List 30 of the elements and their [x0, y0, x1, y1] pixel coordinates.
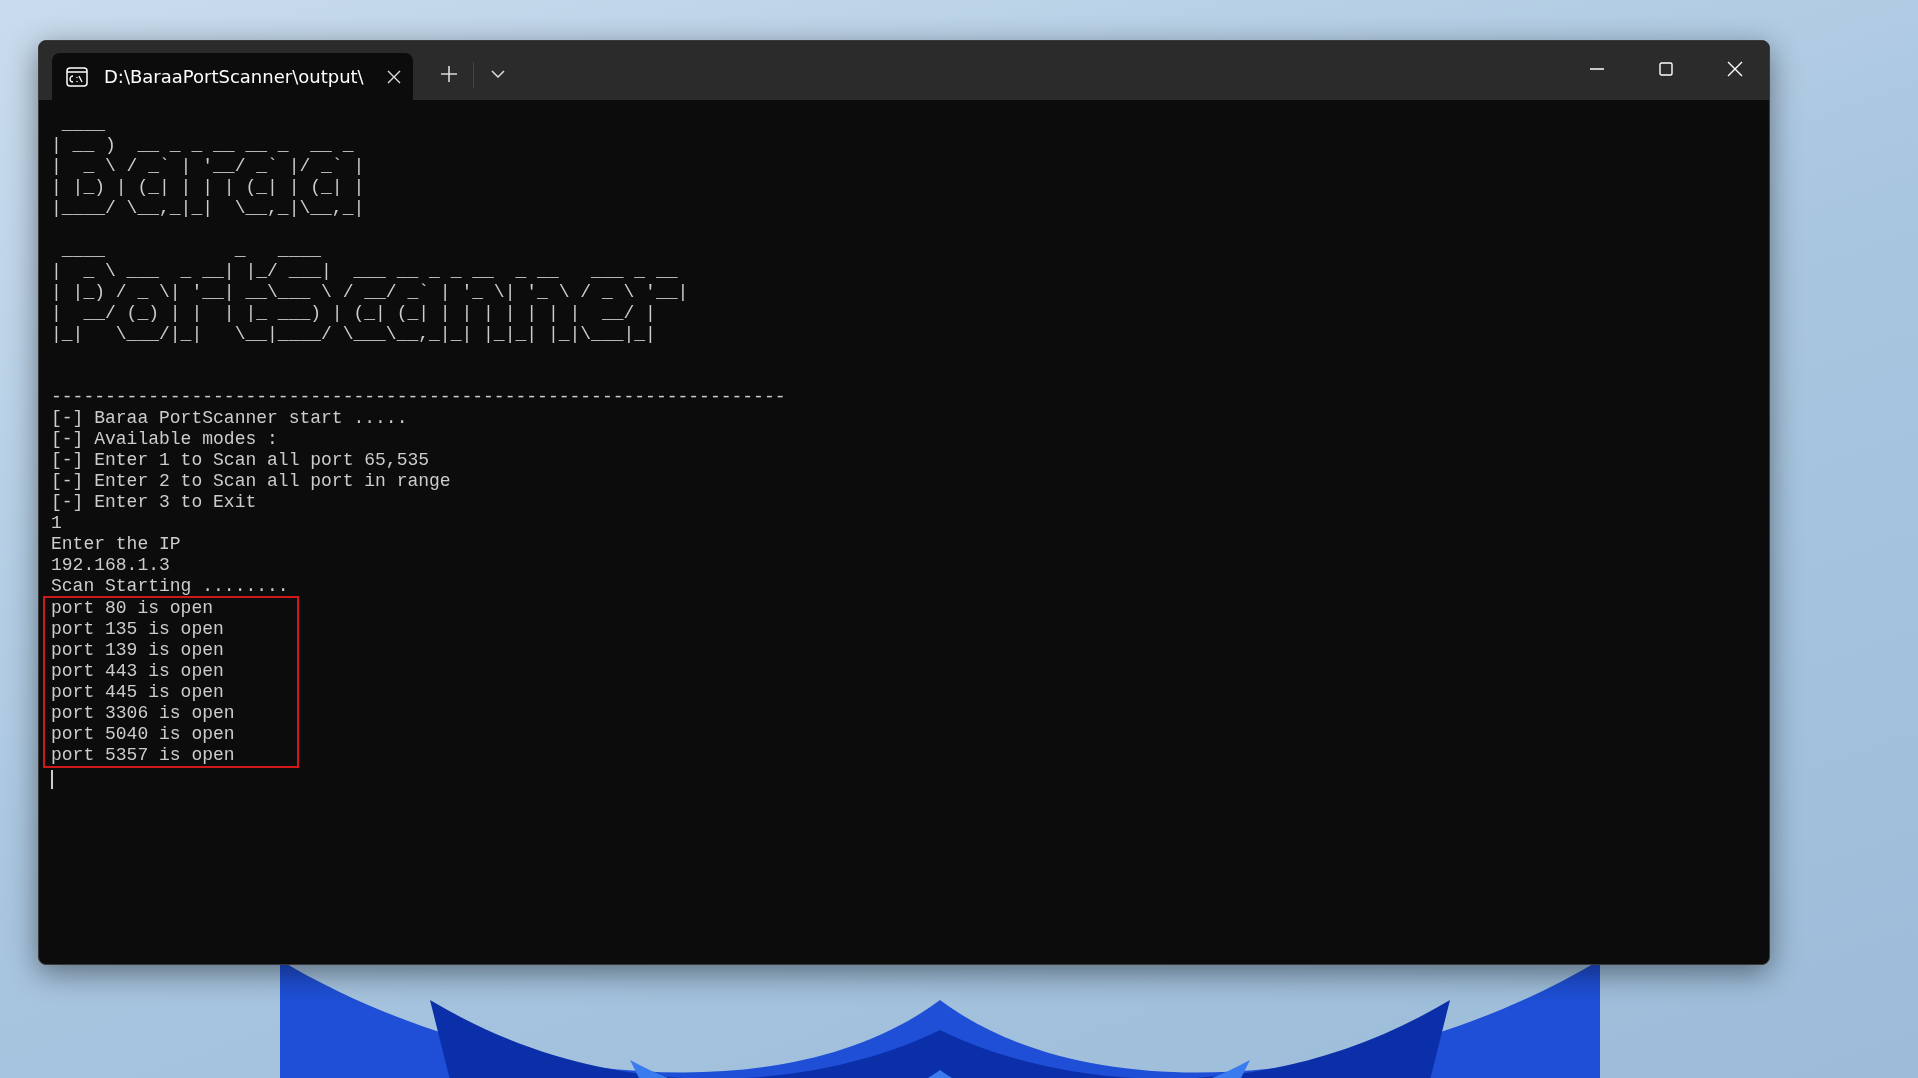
terminal-line: port 135 is open [51, 619, 225, 640]
close-tab-button[interactable] [387, 69, 401, 84]
terminal-line: port 445 is open [51, 682, 225, 703]
terminal-line: port 3306 is open [51, 703, 236, 724]
terminal-line: port 443 is open [51, 661, 225, 682]
terminal-line: [-] Enter 1 to Scan all port 65,535 [51, 450, 431, 471]
terminal-line: Enter the IP [51, 534, 182, 555]
terminal-line: [-] Enter 2 to Scan all port in range [51, 471, 452, 492]
ascii-art-title: ____ _ ____ | _ \ ___ _ __| |_/ ___| ___ __ _ _ __ _ __ ___ _ __ | |_) / _ \| '__| __\___ \ / __/ _` | '_ \| '_ \ / _ \ '__| | __/ (_) | | | |_ ___) | (_| (_| | | | | | | | __/ | |_| \___/|_| \__|____/ \___\__,_|_| |_|_| |_|\___|_| [51, 240, 689, 345]
terminal-line: port 5040 is open [51, 724, 236, 745]
maximize-icon [1658, 62, 1673, 76]
close-icon [1726, 61, 1743, 77]
caret-icon [491, 70, 505, 78]
terminal-line: Scan Starting ........ [51, 576, 290, 597]
close-icon [387, 69, 401, 84]
terminal-line: [-] Enter 3 to Exit [51, 492, 258, 513]
terminal-icon [66, 66, 88, 87]
text-cursor [51, 770, 53, 789]
terminal-tab[interactable]: D:\BaraaPortScanner\output\ [52, 53, 413, 100]
terminal-line: [-] Available modes : [51, 429, 279, 450]
terminal-line: port 139 is open [51, 640, 225, 661]
ascii-art-title: ____ | __ ) __ _ _ __ __ _ __ _ | _ \ / _` | '__/ _` |/ _` | | |_) | (_| | | | (_| | (_| | |____/ \__,_|_| \__,_|\__,_| [51, 114, 365, 219]
minimize-icon [1589, 68, 1604, 70]
terminal-line: port 80 is open [51, 598, 215, 619]
terminal-line: 192.168.1.3 [51, 555, 171, 576]
plus-icon [440, 65, 458, 83]
terminal-line: port 5357 is open [51, 745, 236, 766]
terminal-line: [-] Baraa PortScanner start ..... [51, 408, 409, 429]
dashed-divider: -------------------------------------------------------------------- [51, 387, 786, 408]
terminal-line: 1 [51, 513, 63, 534]
